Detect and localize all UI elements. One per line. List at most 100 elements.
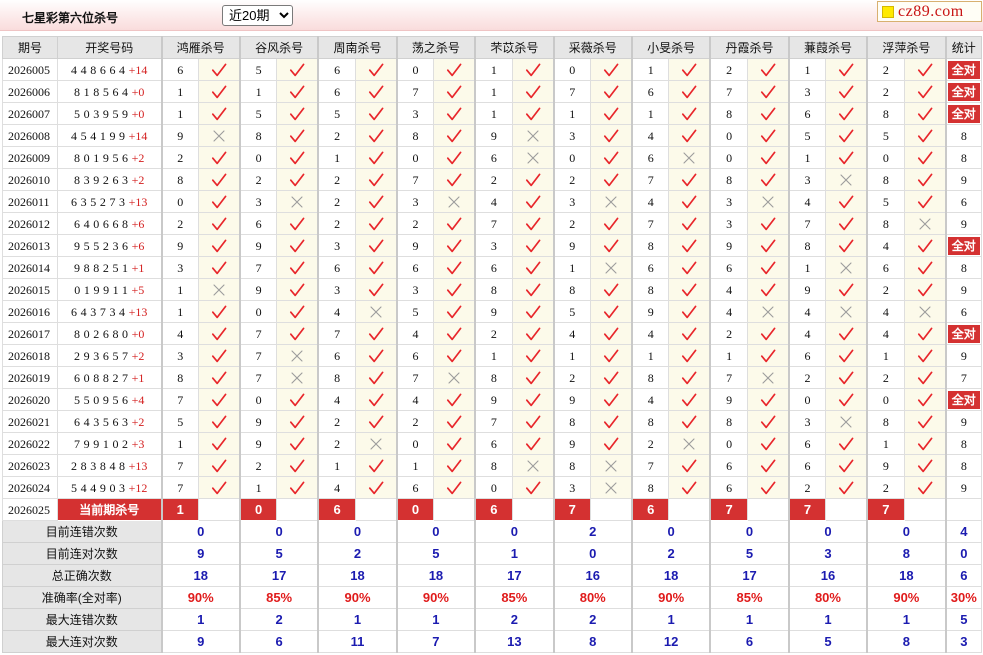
- kill-number: 1: [317, 454, 356, 477]
- check-icon: [447, 415, 462, 428]
- hit-cell: [433, 80, 476, 103]
- check-icon: [839, 217, 854, 230]
- draw-extra: +2: [131, 348, 145, 363]
- hit-cell: [825, 146, 868, 169]
- summary-value: 8: [552, 630, 633, 653]
- check-icon: [682, 393, 697, 406]
- site-logo[interactable]: cz89.com: [877, 1, 982, 22]
- hit-cell: [511, 388, 555, 411]
- summary-value: 1: [160, 608, 241, 631]
- check-icon: [760, 393, 776, 406]
- empty-cell: [903, 498, 947, 521]
- kill-number: 1: [866, 344, 905, 367]
- hit-cell: [433, 146, 476, 169]
- summary-value: 0: [552, 542, 633, 565]
- kill-number: 4: [474, 190, 513, 213]
- check-icon: [603, 85, 619, 98]
- hit-cell: [825, 102, 868, 125]
- summary-value: 7: [395, 630, 476, 653]
- check-icon: [290, 63, 305, 76]
- check-icon: [839, 63, 854, 76]
- summary-value: 0: [317, 520, 398, 543]
- stat-cell: 8: [944, 432, 983, 455]
- draw-digits: 293657: [74, 348, 132, 363]
- period-select[interactable]: 近20期: [222, 5, 293, 26]
- hit-cell: [903, 58, 947, 81]
- check-icon: [525, 305, 541, 318]
- hit-cell: [433, 454, 476, 477]
- check-icon: [290, 217, 305, 230]
- kill-number: 9: [474, 124, 513, 147]
- kill-number: 2: [630, 432, 670, 455]
- kill-number: 0: [474, 476, 513, 499]
- hit-cell: [276, 80, 319, 103]
- kill-number: 4: [160, 322, 199, 345]
- summary-value: 5: [395, 542, 476, 565]
- summary-value: 0: [787, 520, 868, 543]
- kill-number: 1: [866, 432, 905, 455]
- header-killer: 谷风杀号: [238, 36, 319, 59]
- check-icon: [682, 63, 697, 76]
- summary-value: 16: [787, 564, 868, 587]
- hit-cell: [590, 388, 633, 411]
- cross-icon: [605, 459, 617, 472]
- draw-extra: +2: [131, 414, 145, 429]
- check-icon: [603, 151, 619, 164]
- check-icon: [839, 459, 854, 472]
- kill-number: 6: [317, 80, 356, 103]
- check-icon: [290, 173, 305, 186]
- check-icon: [603, 415, 619, 428]
- check-icon: [290, 305, 305, 318]
- hit-cell: [511, 58, 555, 81]
- kill-number: 7: [474, 212, 513, 235]
- check-icon: [447, 305, 462, 318]
- check-icon: [290, 85, 305, 98]
- hit-cell: [590, 432, 633, 455]
- stat-cell: 全对: [944, 388, 983, 411]
- kill-number: 8: [552, 278, 592, 301]
- check-icon: [447, 459, 462, 472]
- empty-cell: [354, 498, 398, 521]
- hit-cell: [590, 234, 633, 257]
- miss-cell: [746, 300, 790, 323]
- check-icon: [525, 327, 541, 340]
- summary-stat: 30%: [944, 586, 983, 609]
- header-draw-numbers: 开奖号码: [57, 36, 162, 59]
- check-icon: [525, 195, 541, 208]
- hit-cell: [668, 300, 711, 323]
- summary-stat: 3: [944, 630, 983, 653]
- hit-cell: [825, 58, 868, 81]
- cross-icon: [291, 371, 303, 384]
- all-correct-badge: 全对: [947, 324, 981, 343]
- kill-number: 2: [317, 212, 356, 235]
- kill-number: 3: [474, 234, 513, 257]
- page-title: 七星彩第六位杀号: [22, 11, 119, 25]
- kill-number: 4: [709, 278, 748, 301]
- hit-cell: [903, 146, 947, 169]
- draw-digits: 801956: [74, 150, 132, 165]
- hit-cell: [746, 58, 790, 81]
- draw-numbers-cell: 955236+6: [57, 234, 162, 257]
- stat-cell: 全对: [944, 102, 983, 125]
- hit-cell: [903, 410, 947, 433]
- summary-value: 18: [160, 564, 241, 587]
- kill-number: 7: [395, 366, 435, 389]
- draw-extra: +0: [131, 106, 145, 121]
- hit-cell: [433, 256, 476, 279]
- kill-number: 8: [866, 410, 905, 433]
- check-icon: [682, 85, 697, 98]
- kill-number: 8: [709, 168, 748, 191]
- kill-number: 1: [552, 102, 592, 125]
- draw-numbers-cell: 801956+2: [57, 146, 162, 169]
- hit-cell: [511, 190, 555, 213]
- draw-numbers-cell: 019911+5: [57, 278, 162, 301]
- hit-cell: [433, 344, 476, 367]
- hit-cell: [433, 212, 476, 235]
- check-icon: [917, 327, 933, 340]
- empty-cell: [276, 498, 319, 521]
- check-icon: [760, 481, 776, 494]
- check-icon: [917, 195, 933, 208]
- hit-cell: [354, 476, 398, 499]
- kill-number: 8: [630, 366, 670, 389]
- hit-cell: [433, 476, 476, 499]
